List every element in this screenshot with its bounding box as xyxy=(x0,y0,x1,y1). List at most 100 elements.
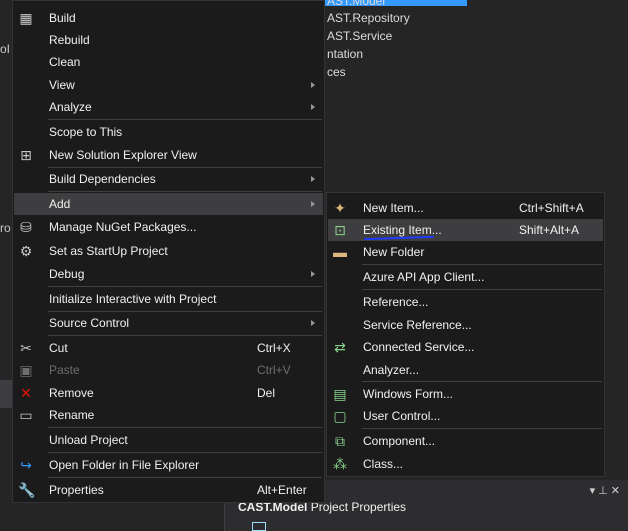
menu-item-add[interactable]: Add xyxy=(14,193,323,215)
menu-item-scope-to-this[interactable]: Scope to This xyxy=(14,121,323,143)
menu-item-cut[interactable]: ✂ Cut Ctrl+X xyxy=(14,337,323,359)
background-text-fragment: ro xyxy=(0,221,11,235)
pin-icon[interactable]: ▾ ⊥ ✕ xyxy=(590,484,620,497)
submenu-arrow-icon xyxy=(311,320,315,326)
menu-item-new-solution-explorer-view[interactable]: ⊞ New Solution Explorer View xyxy=(14,144,323,166)
menu-separator xyxy=(48,119,322,120)
menu-item-build[interactable]: ▦ Build xyxy=(14,7,323,29)
user-control-icon: ▢ xyxy=(333,408,347,424)
menu-item-shortcut: Ctrl+X xyxy=(257,341,291,355)
menu-item-shortcut: Ctrl+Shift+A xyxy=(519,201,584,215)
menu-item-shortcut: Ctrl+V xyxy=(257,363,291,377)
background-selection-strip xyxy=(0,380,12,408)
submenu-arrow-icon xyxy=(311,201,315,207)
menu-item-label: Rename xyxy=(49,408,95,422)
menu-item-shortcut: Shift+Alt+A xyxy=(519,223,580,237)
menu-separator xyxy=(48,427,322,428)
menu-separator xyxy=(362,264,602,265)
menu-item-remove[interactable]: ✕ Remove Del xyxy=(14,382,323,404)
connected-service-icon: ⇄ xyxy=(334,339,346,355)
menu-item-label: Build xyxy=(49,11,76,25)
class-icon: ⁂ xyxy=(333,456,347,472)
menu-item-rename[interactable]: ▭ Rename xyxy=(14,404,323,426)
submenu-item-existing-item[interactable]: ⊡ Existing Item... Shift+Alt+A xyxy=(328,219,603,241)
submenu-item-reference[interactable]: Reference... xyxy=(328,291,603,313)
menu-item-clean[interactable]: Clean xyxy=(14,51,323,73)
menu-item-label: New Solution Explorer View xyxy=(49,148,197,162)
project-context-menu: ▦ Build Rebuild Clean View Analyze Scope… xyxy=(12,0,325,503)
background-left-panel: oI ro xyxy=(0,0,12,531)
menu-item-label: Add xyxy=(49,197,71,211)
windows-form-icon: ▤ xyxy=(333,386,347,402)
menu-item-label: Properties xyxy=(49,483,104,497)
menu-item-label: Connected Service... xyxy=(363,340,475,354)
menu-item-shortcut: Del xyxy=(257,386,276,400)
menu-item-build-dependencies[interactable]: Build Dependencies xyxy=(14,168,323,190)
menu-item-label: Analyze xyxy=(49,100,92,114)
menu-separator xyxy=(48,335,322,336)
tree-item-model[interactable]: AST.Model xyxy=(327,0,385,8)
tree-item-presentation[interactable]: ntation xyxy=(327,47,363,61)
menu-item-source-control[interactable]: Source Control xyxy=(14,312,323,334)
menu-item-view[interactable]: View xyxy=(14,74,323,96)
menu-item-manage-nuget-packages[interactable]: ⛁ Manage NuGet Packages... xyxy=(14,216,323,238)
menu-separator xyxy=(48,477,322,478)
submenu-item-component[interactable]: ⧉ Component... xyxy=(328,430,603,452)
menu-item-label: Windows Form... xyxy=(363,387,454,401)
menu-item-label: Rebuild xyxy=(49,33,90,47)
menu-separator xyxy=(362,381,602,382)
add-submenu: ✦ New Item... Ctrl+Shift+A ⊡ Existing It… xyxy=(326,192,605,477)
rename-icon: ▭ xyxy=(19,407,33,423)
menu-item-unload-project[interactable]: Unload Project xyxy=(14,429,323,451)
menu-item-label: Reference... xyxy=(363,295,429,309)
menu-item-label: User Control... xyxy=(363,409,441,423)
menu-item-paste[interactable]: ▣ Paste Ctrl+V xyxy=(14,359,323,381)
menu-item-label: Debug xyxy=(49,267,85,281)
menu-item-label: Service Reference... xyxy=(363,318,472,332)
tree-item-services[interactable]: ces xyxy=(327,65,346,79)
submenu-arrow-icon xyxy=(311,271,315,277)
tree-item-repository[interactable]: AST.Repository xyxy=(327,11,410,25)
submenu-arrow-icon xyxy=(311,82,315,88)
submenu-item-user-control[interactable]: ▢ User Control... xyxy=(328,405,603,427)
menu-separator xyxy=(48,286,322,287)
menu-item-initialize-interactive[interactable]: Initialize Interactive with Project xyxy=(14,288,323,310)
menu-item-shortcut: Alt+Enter xyxy=(257,483,307,497)
submenu-item-service-reference[interactable]: Service Reference... xyxy=(328,314,603,336)
menu-item-label: Azure API App Client... xyxy=(363,270,485,284)
submenu-item-connected-service[interactable]: ⇄ Connected Service... xyxy=(328,336,603,358)
menu-item-debug[interactable]: Debug xyxy=(14,263,323,285)
menu-item-analyze[interactable]: Analyze xyxy=(14,96,323,118)
submenu-item-analyzer[interactable]: Analyzer... xyxy=(328,359,603,381)
menu-item-properties[interactable]: 🔧 Properties Alt+Enter xyxy=(14,479,323,501)
new-folder-icon: ▬ xyxy=(333,244,347,260)
submenu-item-new-item[interactable]: ✦ New Item... Ctrl+Shift+A xyxy=(328,197,603,219)
menu-item-rebuild[interactable]: Rebuild xyxy=(14,29,323,51)
menu-item-label: Remove xyxy=(49,386,94,400)
menu-item-label: Clean xyxy=(49,55,81,69)
menu-item-label: Open Folder in File Explorer xyxy=(49,458,200,472)
new-item-icon: ✦ xyxy=(334,200,346,216)
menu-item-label: View xyxy=(49,78,75,92)
menu-item-label: Analyzer... xyxy=(363,363,420,377)
submenu-arrow-icon xyxy=(311,176,315,182)
menu-item-label: Unload Project xyxy=(49,433,128,447)
submenu-item-class[interactable]: ⁂ Class... xyxy=(328,453,603,475)
menu-item-set-as-startup-project[interactable]: ⚙ Set as StartUp Project xyxy=(14,240,323,262)
submenu-item-azure-api-app-client[interactable]: Azure API App Client... xyxy=(328,266,603,288)
nuget-icon: ⛁ xyxy=(20,219,32,235)
tree-item-service[interactable]: AST.Service xyxy=(327,29,392,43)
wrench-icon: 🔧 xyxy=(18,482,36,498)
submenu-item-windows-form[interactable]: ▤ Windows Form... xyxy=(328,383,603,405)
new-solution-explorer-view-icon: ⊞ xyxy=(20,147,32,163)
open-folder-icon: ↪ xyxy=(20,457,32,473)
menu-item-label: Paste xyxy=(49,363,80,377)
submenu-arrow-icon xyxy=(311,104,315,110)
menu-item-open-folder[interactable]: ↪ Open Folder in File Explorer xyxy=(14,454,323,476)
properties-toolbar-icon[interactable] xyxy=(252,522,266,531)
submenu-item-new-folder[interactable]: ▬ New Folder xyxy=(328,241,603,263)
menu-item-label: Class... xyxy=(363,457,404,471)
menu-separator xyxy=(362,289,602,290)
menu-item-label: Build Dependencies xyxy=(49,172,156,186)
menu-item-label: New Folder xyxy=(363,245,425,259)
